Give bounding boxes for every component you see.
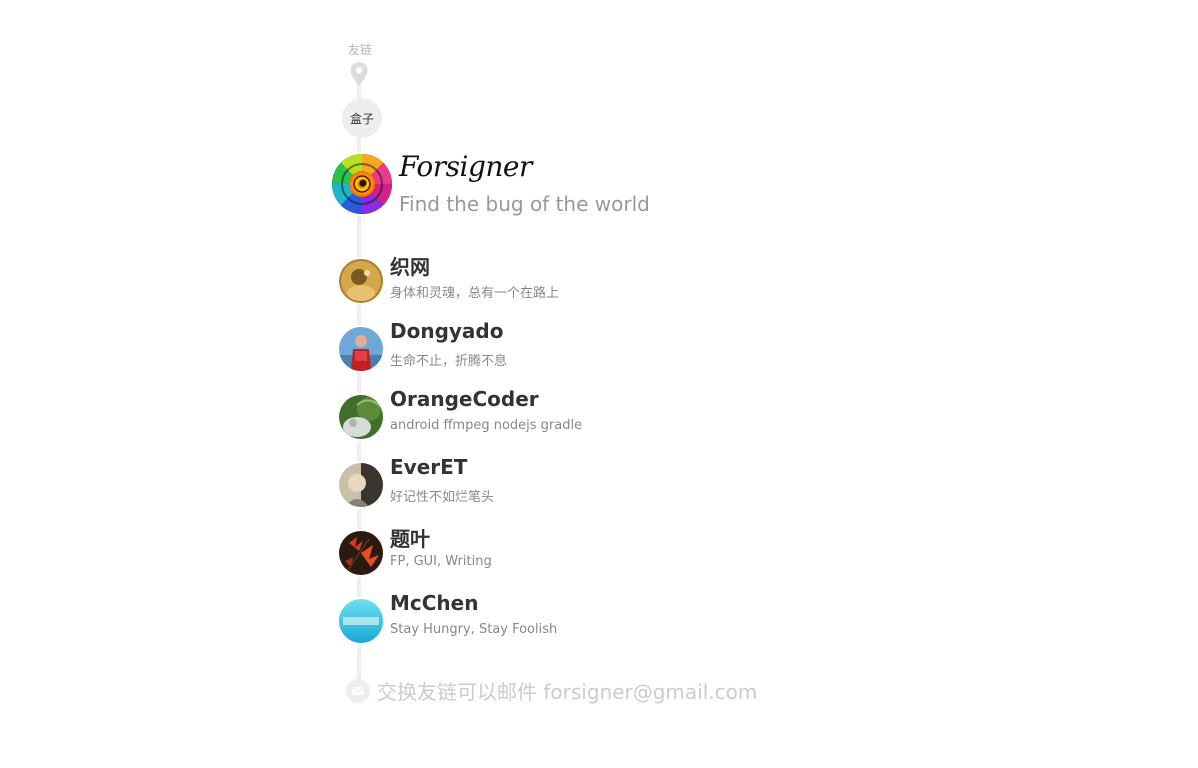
friend-avatar (339, 599, 383, 643)
box-label: 盒子 (349, 111, 374, 126)
friend-name: 题叶 (390, 527, 430, 551)
friend-desc: android ffmpeg nodejs gradle (390, 418, 583, 433)
friend-avatar (339, 327, 383, 371)
friend-name: McChen (390, 591, 479, 615)
friend-avatar (339, 531, 383, 575)
friend-link-everet[interactable]: EverET 好记性不如烂笔头 (339, 455, 839, 507)
friend-desc: 身体和灵魂，总有一个在路上 (390, 286, 560, 301)
friend-link-tiye[interactable]: 题叶 FP, GUI, Writing (339, 527, 839, 575)
friend-desc: FP, GUI, Writing (390, 554, 492, 569)
friend-name: OrangeCoder (390, 387, 539, 411)
profile-avatar[interactable] (332, 154, 392, 214)
friend-avatar (339, 395, 383, 439)
friend-link-zhiwang[interactable]: 织网 身体和灵魂，总有一个在路上 (339, 255, 839, 303)
section-label: 友链 (347, 43, 372, 57)
friend-link-dongyado[interactable]: Dongyado 生命不止，折腾不息 (339, 319, 839, 371)
friend-desc: 好记性不如烂笔头 (390, 490, 495, 505)
friend-desc: Stay Hungry, Stay Foolish (390, 622, 558, 637)
friend-name: EverET (390, 455, 468, 479)
friend-name: 织网 (390, 255, 430, 279)
mail-icon (346, 678, 370, 703)
profile-name[interactable]: Forsigner (399, 150, 532, 183)
footer-contact: 交换友链可以邮件 forsigner@gmail.com (346, 676, 757, 705)
box-link[interactable]: 盒子 (342, 98, 382, 138)
rose-avatar-image (332, 154, 392, 214)
friend-desc: 生命不止，折腾不息 (390, 354, 508, 369)
friend-link-mcchen[interactable]: McChen Stay Hungry, Stay Foolish (339, 591, 839, 643)
location-pin-icon (350, 62, 368, 86)
friend-avatar (339, 259, 383, 303)
profile-tagline: Find the bug of the world (399, 192, 650, 216)
friend-avatar (339, 463, 383, 507)
friend-name: Dongyado (390, 319, 504, 343)
footer-text[interactable]: 交换友链可以邮件 forsigner@gmail.com (377, 676, 757, 705)
friend-link-orangecoder[interactable]: OrangeCoder android ffmpeg nodejs gradle (339, 387, 839, 439)
